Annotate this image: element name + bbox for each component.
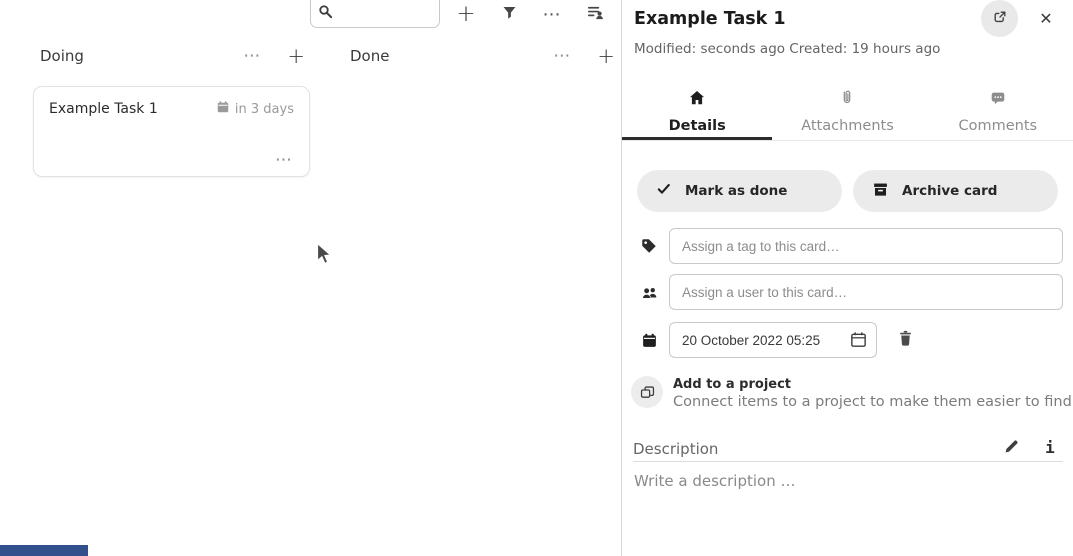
column-doing: Doing ⋯ + Example Task 1 in 3 days ⋯ — [33, 42, 310, 177]
description-separator — [633, 461, 1063, 462]
filter-button[interactable] — [495, 0, 523, 28]
pencil-icon — [1003, 438, 1020, 459]
tag-row — [639, 228, 1063, 264]
card-header: Example Task 1 in 3 days — [49, 100, 294, 118]
description-info-button[interactable]: i — [1042, 435, 1058, 459]
search-input[interactable] — [337, 4, 433, 24]
task-card[interactable]: Example Task 1 in 3 days ⋯ — [33, 86, 310, 177]
column-more-button[interactable]: ⋯ — [553, 48, 571, 65]
description-placeholder[interactable]: Write a description … — [634, 472, 1054, 490]
calendar-picker-icon[interactable] — [849, 330, 868, 353]
users-icon — [639, 282, 659, 302]
panel-meta: Modified: seconds ago Created: 19 hours … — [634, 41, 940, 57]
tag-icon — [639, 236, 659, 256]
edit-description-button[interactable] — [1000, 437, 1022, 459]
search-box[interactable] — [310, 0, 440, 28]
comment-icon — [989, 89, 1007, 111]
remove-due-date-button[interactable] — [892, 327, 918, 353]
column-doing-header: Doing ⋯ + — [33, 42, 310, 70]
due-date-box — [669, 322, 877, 358]
assign-tag-input[interactable] — [669, 228, 1063, 264]
column-done: Done ⋯ + — [343, 42, 620, 70]
mouse-cursor — [316, 242, 333, 270]
check-icon — [656, 181, 672, 201]
add-to-project-row[interactable]: Add to a project Connect items to a proj… — [631, 376, 1072, 410]
close-panel-button[interactable]: ✕ — [1034, 6, 1058, 30]
open-external-button[interactable] — [981, 0, 1018, 37]
column-title: Done — [350, 47, 553, 65]
column-more-button[interactable]: ⋯ — [243, 48, 261, 65]
archive-icon — [872, 181, 889, 202]
bottom-left-partial-element — [0, 545, 88, 556]
archive-card-label: Archive card — [902, 183, 997, 199]
project-text: Add to a project Connect items to a proj… — [673, 376, 1072, 410]
description-label: Description — [633, 440, 718, 458]
card-more-button[interactable]: ⋯ — [275, 150, 293, 170]
calendar-icon — [216, 100, 230, 118]
due-date-row — [639, 322, 918, 358]
home-icon — [688, 89, 706, 111]
project-stack-icon — [631, 376, 663, 408]
user-row — [639, 274, 1063, 310]
more-options-icon: ⋯ — [543, 4, 562, 25]
column-add-button[interactable]: + — [597, 46, 615, 67]
project-subtitle: Connect items to a project to make them … — [673, 394, 1072, 410]
filter-icon — [501, 4, 518, 25]
app-window: + ⋯ Doing ⋯ + Example Task 1 — [0, 0, 1073, 556]
paperclip-icon — [838, 89, 856, 111]
panel-title: Example Task 1 — [634, 9, 786, 29]
close-icon: ✕ — [1039, 9, 1052, 28]
card-due-label: in 3 days — [235, 102, 294, 117]
card-due: in 3 days — [216, 100, 294, 118]
archive-card-button[interactable]: Archive card — [853, 170, 1058, 212]
card-title: Example Task 1 — [49, 101, 158, 117]
tab-label: Attachments — [801, 118, 894, 134]
my-cards-icon — [586, 3, 605, 26]
tab-label: Comments — [959, 118, 1038, 134]
column-add-button[interactable]: + — [287, 46, 305, 67]
board-more-options-button[interactable]: ⋯ — [538, 0, 566, 28]
open-external-icon — [992, 9, 1008, 29]
tab-comments[interactable]: Comments — [923, 84, 1073, 140]
column-title: Doing — [40, 47, 243, 65]
project-title: Add to a project — [673, 377, 1072, 392]
mark-as-done-label: Mark as done — [685, 183, 787, 199]
calendar-icon — [639, 330, 659, 350]
card-actions: Mark as done Archive card — [637, 170, 1058, 212]
tab-attachments[interactable]: Attachments — [772, 84, 922, 140]
column-done-header: Done ⋯ + — [343, 42, 620, 70]
trash-icon — [897, 329, 914, 351]
mark-as-done-button[interactable]: Mark as done — [637, 170, 842, 212]
card-detail-panel: Example Task 1 Modified: seconds ago Cre… — [622, 0, 1073, 556]
panel-tabs: Details Attachments Comments — [622, 84, 1073, 141]
my-cards-filter-button[interactable] — [581, 0, 609, 28]
assign-user-input[interactable] — [669, 274, 1063, 310]
add-icon: + — [456, 3, 475, 26]
search-icon — [318, 4, 333, 23]
tab-details[interactable]: Details — [622, 84, 772, 140]
tab-label: Details — [669, 118, 726, 134]
due-date-input[interactable] — [669, 322, 877, 358]
add-card-button[interactable]: + — [452, 0, 480, 28]
info-icon: i — [1045, 438, 1055, 457]
